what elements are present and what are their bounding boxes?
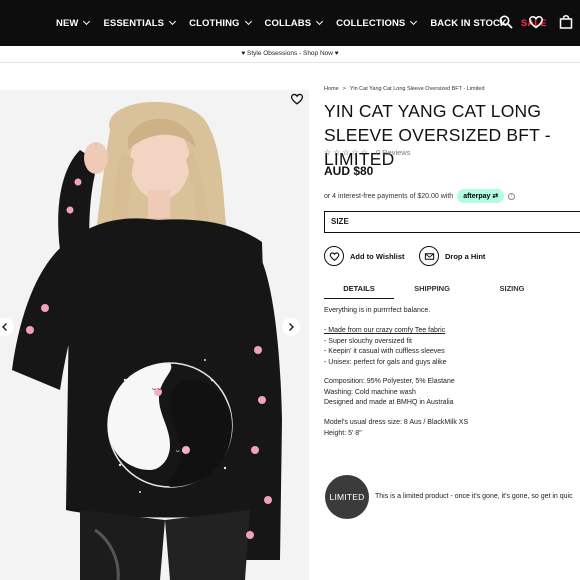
star-icon: ☆ — [360, 148, 368, 157]
afterpay-info: or 4 interest-free payments of $20.00 wi… — [324, 189, 516, 203]
star-icon: ☆ — [333, 148, 341, 157]
bullet-item[interactable]: - Made from our crazy comfy Tee fabric — [324, 326, 580, 337]
chevron-down-icon — [244, 17, 252, 26]
composition-text: Composition: 95% Polyester, 5% Elastane — [324, 378, 455, 385]
chevron-down-icon — [83, 17, 91, 26]
top-nav-bar: NEW ESSENTIALS CLOTHING COLLABS COLLECTI… — [0, 0, 580, 46]
info-icon[interactable]: i — [508, 192, 516, 200]
wishlist-label: Add to Wishlist — [350, 251, 405, 261]
tab-details[interactable]: DETAILS — [324, 279, 394, 299]
chevron-down-icon — [169, 17, 177, 26]
breadcrumb-separator: > — [342, 86, 346, 92]
nav-label: BACK IN STOCK — [430, 17, 507, 29]
model-size-text: Model's usual dress size: 8 Aus / BlackM… — [324, 419, 469, 426]
model-height-text: Height: 5' 8" — [324, 429, 362, 437]
add-to-wishlist-button[interactable]: Add to Wishlist — [324, 246, 405, 266]
bullet-item: - Super slouchy oversized fit — [324, 337, 412, 345]
breadcrumb-current: Yin Cat Yang Cat Long Sleeve Oversized B… — [349, 86, 485, 92]
svg-text:ᴗ ᴗ: ᴗ ᴗ — [152, 385, 162, 392]
product-photo-illustration: ᴗ ᴗ ᴗ ᴗ — [0, 90, 309, 580]
intro-text: Everything is in purrrrfect balance. — [324, 307, 431, 314]
breadcrumb: Home > Yin Cat Yang Cat Long Sleeve Oversi… — [324, 86, 485, 92]
washing-text: Washing: Cold machine wash — [324, 388, 416, 396]
details-bullets: - Made from our crazy comfy Tee fabric -… — [324, 326, 580, 368]
promo-banner[interactable]: ♥ Style Obsessions - Shop Now ♥ — [0, 46, 580, 62]
rating[interactable]: ☆ ☆ ☆ ☆ ☆ 0 Reviews — [324, 148, 410, 157]
nav-item-collabs[interactable]: COLLABS — [264, 17, 324, 29]
nav-label: COLLABS — [264, 17, 312, 29]
nav-item-back-in-stock[interactable]: BACK IN STOCK — [430, 18, 507, 29]
search-icon[interactable] — [498, 14, 514, 30]
heart-icon[interactable] — [528, 14, 544, 30]
nav-item-new[interactable]: NEW — [56, 17, 91, 29]
bag-icon[interactable] — [558, 14, 574, 30]
nav-label: COLLECTIONS — [336, 17, 406, 29]
product-title: YIN CAT YANG CAT LONG SLEEVE OVERSIZED B… — [324, 101, 551, 169]
nav-item-clothing[interactable]: CLOTHING — [189, 17, 252, 29]
chevron-down-icon — [410, 17, 418, 26]
star-icon: ☆ — [324, 148, 332, 157]
limited-notice: This is a limited product - once it's go… — [375, 493, 573, 500]
details-care: Composition: 95% Polyester, 5% Elastane … — [324, 377, 580, 409]
tab-sizing[interactable]: SIZING — [482, 279, 542, 299]
product-image[interactable]: ᴗ ᴗ ᴗ ᴗ — [0, 90, 309, 580]
made-text: Designed and made at BMHQ in Australia — [324, 399, 454, 406]
nav-item-essentials[interactable]: ESSENTIALS — [103, 17, 177, 29]
details-model: Model's usual dress size: 8 Aus / BlackM… — [324, 418, 580, 439]
nav-label: ESSENTIALS — [103, 17, 165, 29]
size-select[interactable]: SIZE — [324, 211, 580, 233]
bullet-item: - Unisex: perfect for gals and guys alik… — [324, 358, 447, 366]
afterpay-text: or 4 interest-free payments of $20.00 wi… — [324, 192, 454, 200]
chevron-left-icon — [2, 323, 7, 331]
star-icon: ☆ — [342, 148, 350, 157]
tab-shipping[interactable]: SHIPPING — [396, 279, 468, 299]
product-tabs: DETAILS SHIPPING SIZING — [324, 279, 580, 299]
drop-a-hint-button[interactable]: Drop a Hint — [419, 246, 485, 266]
image-wishlist-heart-icon[interactable] — [290, 92, 304, 106]
heart-outline-icon — [324, 246, 344, 266]
breadcrumb-home[interactable]: Home — [324, 86, 339, 92]
details-intro: Everything is in purrrrfect balance. — [324, 306, 580, 317]
reviews-count[interactable]: 0 Reviews — [376, 148, 411, 157]
nav-label: CLOTHING — [189, 17, 240, 29]
svg-text:ᴗ ᴗ: ᴗ ᴗ — [176, 447, 186, 454]
gallery-next-button[interactable] — [282, 318, 300, 336]
chevron-down-icon — [316, 17, 324, 26]
bullet-item: - Keepin' it casual with cuffless sleeve… — [324, 348, 445, 355]
chevron-right-icon — [289, 323, 294, 331]
star-icon: ☆ — [351, 148, 359, 157]
afterpay-logo[interactable]: afterpay ⇄ — [457, 189, 505, 203]
header-icons — [498, 14, 574, 30]
envelope-icon — [419, 246, 439, 266]
limited-badge: LIMITED — [325, 475, 369, 519]
nav-item-collections[interactable]: COLLECTIONS — [336, 17, 418, 29]
afterpay-label: afterpay — [463, 193, 491, 200]
main-nav: NEW ESSENTIALS CLOTHING COLLABS COLLECTI… — [56, 0, 547, 46]
nav-label: NEW — [56, 17, 79, 29]
hint-label: Drop a Hint — [445, 251, 486, 261]
divider — [0, 62, 580, 63]
product-price: AUD $80 — [324, 164, 374, 178]
